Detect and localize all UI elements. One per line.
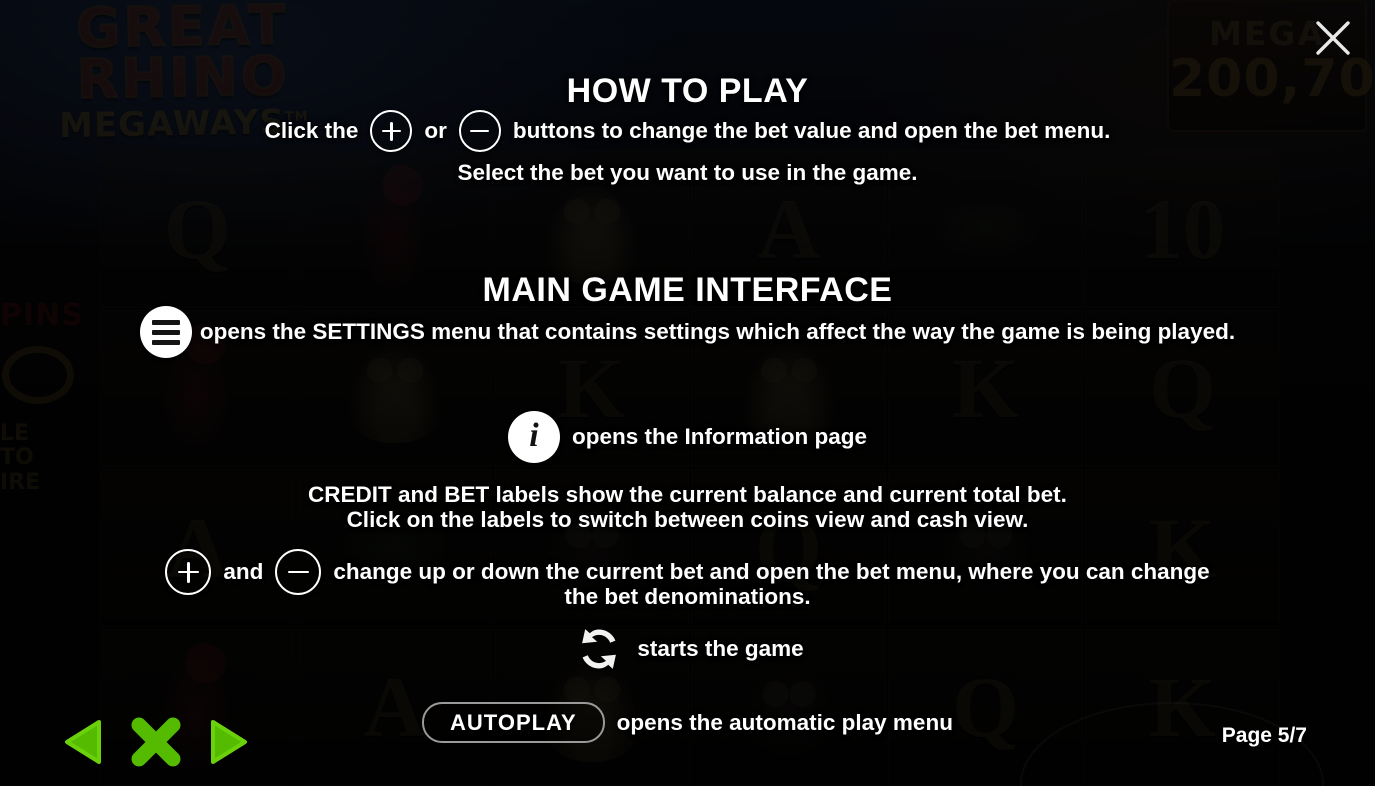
info-description-text: opens the Information page xyxy=(571,424,868,449)
instruction-text-click-the: Click the xyxy=(264,118,359,143)
instruction-text-select-bet: Select the bet you want to use in the ga… xyxy=(457,160,918,185)
bet-adjust-description-line-2: the bet denominations. xyxy=(564,584,811,609)
spin-button-row: starts the game xyxy=(0,621,1375,677)
main-game-interface-heading-row: MAIN GAME INTERFACE xyxy=(0,271,1375,310)
information-page-row: i opens the Information page xyxy=(0,411,1375,463)
credit-bet-line-1-row: CREDIT and BET labels show the current b… xyxy=(0,482,1375,508)
select-bet-instruction-row: Select the bet you want to use in the ga… xyxy=(0,160,1375,186)
bet-adjust-row-line-2: the bet denominations. xyxy=(0,584,1375,610)
plus-icon[interactable] xyxy=(370,110,413,152)
page-navigation-controls xyxy=(52,710,260,774)
spin-description-text: starts the game xyxy=(637,636,804,661)
settings-description-text: opens the SETTINGS menu that contains se… xyxy=(199,319,1236,344)
bet-adjust-text-and: and xyxy=(223,559,264,584)
credit-bet-description-line-2: Click on the labels to switch between co… xyxy=(346,507,1029,532)
next-page-button[interactable] xyxy=(196,710,260,774)
how-to-play-title: HOW TO PLAY xyxy=(566,72,809,110)
spin-icon[interactable] xyxy=(571,621,627,677)
previous-page-button[interactable] xyxy=(52,710,116,774)
autoplay-description-text: opens the automatic play menu xyxy=(616,709,953,735)
credit-bet-line-2-row: Click on the labels to switch between co… xyxy=(0,507,1375,533)
info-icon[interactable]: i xyxy=(507,411,560,463)
help-content: HOW TO PLAY Click the or buttons to chan… xyxy=(0,0,1375,786)
instruction-text-bet-menu: buttons to change the bet value and open… xyxy=(512,118,1111,143)
how-to-play-heading-row: HOW TO PLAY xyxy=(0,72,1375,111)
bet-adjust-description-line-1: change up or down the current bet and op… xyxy=(333,559,1210,584)
minus-icon[interactable] xyxy=(458,110,501,152)
page-counter: Page 5/7 xyxy=(1221,724,1307,747)
bet-buttons-instruction-row: Click the or buttons to change the bet v… xyxy=(0,110,1375,152)
instruction-text-or: or xyxy=(424,118,447,143)
main-game-interface-title: MAIN GAME INTERFACE xyxy=(482,271,893,309)
settings-menu-row: opens the SETTINGS menu that contains se… xyxy=(0,306,1375,358)
close-button[interactable] xyxy=(1307,12,1359,64)
credit-bet-description-line-1: CREDIT and BET labels show the current b… xyxy=(308,482,1067,507)
how-to-play-overlay: Q A 10 K K Q A Q K A Q K GREAT xyxy=(0,0,1375,786)
autoplay-button[interactable]: AUTOPLAY xyxy=(422,702,605,743)
hamburger-menu-icon[interactable] xyxy=(139,306,192,358)
close-page-button[interactable] xyxy=(124,710,188,774)
